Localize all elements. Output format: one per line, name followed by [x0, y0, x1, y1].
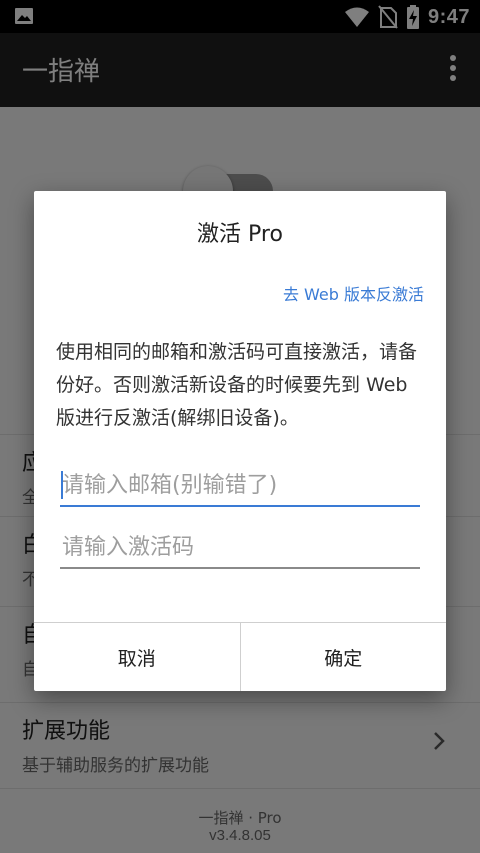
- dialog-title: 激活 Pro: [197, 222, 283, 247]
- dialog-actions: 取消 确定: [34, 622, 446, 691]
- email-field[interactable]: [60, 467, 420, 507]
- email-underline: [60, 505, 420, 507]
- activation-code-input[interactable]: [60, 529, 420, 565]
- text-cursor: [61, 471, 63, 499]
- cancel-button[interactable]: 取消: [34, 623, 241, 691]
- email-input[interactable]: [60, 467, 420, 503]
- activate-pro-dialog: 激活 Pro 去 Web 版本反激活 使用相同的邮箱和激活码可直接激活，请备份好…: [34, 191, 446, 691]
- dialog-message: 使用相同的邮箱和激活码可直接激活，请备份好。否则激活新设备的时候要先到 Web …: [56, 341, 418, 429]
- code-underline: [60, 567, 420, 569]
- activation-code-field[interactable]: [60, 529, 420, 569]
- web-deactivate-link[interactable]: 去 Web 版本反激活: [283, 281, 424, 305]
- confirm-button[interactable]: 确定: [241, 623, 447, 691]
